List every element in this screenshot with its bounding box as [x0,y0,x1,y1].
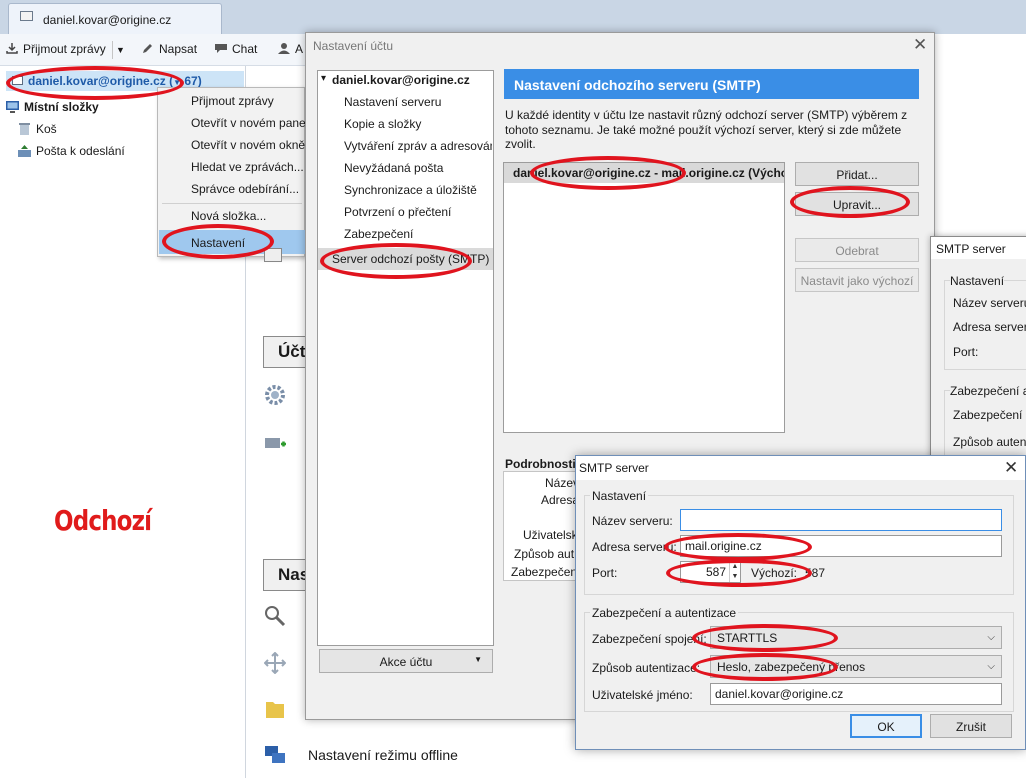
detail-address: Adresa [541,493,580,507]
folder-outbox[interactable]: Pošta k odeslání [18,144,125,158]
toolbar-divider [112,41,113,59]
ctx-open-new-tab[interactable]: Otevřít v novém panelu [191,116,315,130]
annotation-ring-server-entry [530,156,686,190]
ok-button[interactable]: OK [850,714,922,738]
annotation-ring-settings [162,224,274,259]
detail-security: Zabezpečen [511,565,578,579]
envelope-icon [20,11,33,21]
offline-settings-label: Nastavení režimu offline [308,747,458,763]
move-arrows-icon [264,652,286,674]
auth-method-label: Způsob autentizace: [592,661,701,675]
get-messages-button[interactable]: Přijmout zprávy [6,42,106,56]
person-icon [278,43,290,54]
conn-security-label: Zabezpečení spojení: [592,632,707,646]
tree-server-settings[interactable]: Nastavení serveru [344,95,441,109]
tree-receipts[interactable]: Potvrzení o přečtení [344,205,451,219]
add-account-icon [265,438,286,448]
gear-icon [265,385,285,405]
folder-icon [266,702,284,718]
settings-group-label: Nastavení [590,489,649,503]
detail-auth: Způsob aut [514,547,575,561]
account-actions-button[interactable]: Akce účtu ▼ [319,649,493,673]
computer-icon [6,101,19,113]
chat-button[interactable]: Chat [215,42,257,56]
tree-security[interactable]: Zabezpečení [344,227,413,241]
annotation-ring-outgoing [320,243,472,279]
pencil-icon [143,44,152,53]
chevron-down-icon: ▼ [474,655,482,664]
tree-sync[interactable]: Synchronizace a úložiště [344,183,477,197]
annotation-ring-address [664,533,812,561]
smtp-description: U každé identity v účtu lze nastavit růz… [505,108,908,151]
download-icon [6,43,18,54]
smtp-back-conn-security: Zabezpečení s [953,408,1026,422]
chevron-down-icon: ⌵ [987,661,995,672]
tree-expand-icon[interactable]: ▾ [321,73,326,84]
smtp-server-list[interactable] [503,162,785,433]
detail-username: Uživatelsk [523,528,578,542]
tab-title: daniel.kovar@origine.cz [43,13,172,27]
detail-name: Název [545,476,580,490]
folder-local[interactable]: Místní složky [6,100,99,114]
username-input[interactable]: daniel.kovar@origine.cz [710,683,1002,705]
details-label: Podrobnosti [505,457,576,471]
tree-copies-folders[interactable]: Kopie a složky [344,117,421,131]
annotation-ring-port [666,559,812,587]
outbox-icon [18,145,31,157]
close-icon[interactable]: ✕ [913,35,927,55]
tab-account[interactable]: daniel.kovar@origine.cz [8,3,222,34]
annotation-ring-auth [692,653,838,681]
smtp-dialog-back-title: SMTP server [936,242,1006,256]
server-name-input[interactable] [680,509,1002,531]
account-tree [317,70,494,646]
search-icon [265,606,286,627]
annotation-label: Odchozí [54,504,152,537]
offline-icon [265,746,285,763]
chat-bubble-icon [215,44,227,53]
chevron-down-icon: ⌵ [987,632,995,643]
write-button[interactable]: Napsat [142,42,197,56]
ctx-open-new-window[interactable]: Otevřít v novém okně [191,138,305,152]
account-settings-title: Nastavení účtu [313,39,394,53]
security-group-label: Zabezpečení a autentizace [590,606,739,620]
tree-account[interactable]: daniel.kovar@origine.cz [332,73,470,87]
server-name-label: Název serveru: [592,514,673,528]
annotation-ring-edit [790,186,910,218]
tree-junk[interactable]: Nevyžádaná pošta [344,161,443,175]
smtp-header: Nastavení odchozího serveru (SMTP) [504,69,919,99]
ctx-search-messages[interactable]: Hledat ve zprávách... [191,160,304,174]
ctx-get-messages[interactable]: Přijmout zprávy [191,94,274,108]
port-label: Port: [592,566,618,580]
annotation-ring-security [692,624,838,652]
add-server-button[interactable]: Přidat... [795,162,919,186]
ctx-subscribe[interactable]: Správce odebírání... [191,182,299,196]
smtp-back-settings-label: Nastavení [950,274,1005,288]
smtp-back-port: Port: [953,345,979,359]
smtp-dialog-title: SMTP server [579,461,649,475]
set-default-button[interactable]: Nastavit jako výchozí [795,268,919,292]
ctx-new-folder[interactable]: Nová složka... [191,209,266,223]
tree-composition[interactable]: Vytváření zpráv a adresování [344,139,492,153]
smtp-back-security-label: Zabezpečení a [950,384,1026,398]
address-book-button[interactable]: A [278,42,303,56]
smtp-back-server-address: Adresa serveru [953,320,1026,334]
smtp-back-security-group [944,390,1026,460]
smtp-back-auth-method: Způsob auten [953,435,1026,449]
remove-server-button[interactable]: Odebrat [795,238,919,262]
annotation-ring-account [6,66,184,100]
trash-icon [19,123,30,135]
smtp-back-server-name: Název serveru [953,296,1026,310]
username-label: Uživatelské jméno: [592,688,693,702]
close-icon[interactable]: ✕ [1004,458,1018,478]
ctx-separator [162,203,302,204]
folder-trash[interactable]: Koš [18,122,57,136]
get-messages-dropdown[interactable]: ▼ [116,45,125,55]
cancel-button[interactable]: Zrušit [930,714,1012,738]
